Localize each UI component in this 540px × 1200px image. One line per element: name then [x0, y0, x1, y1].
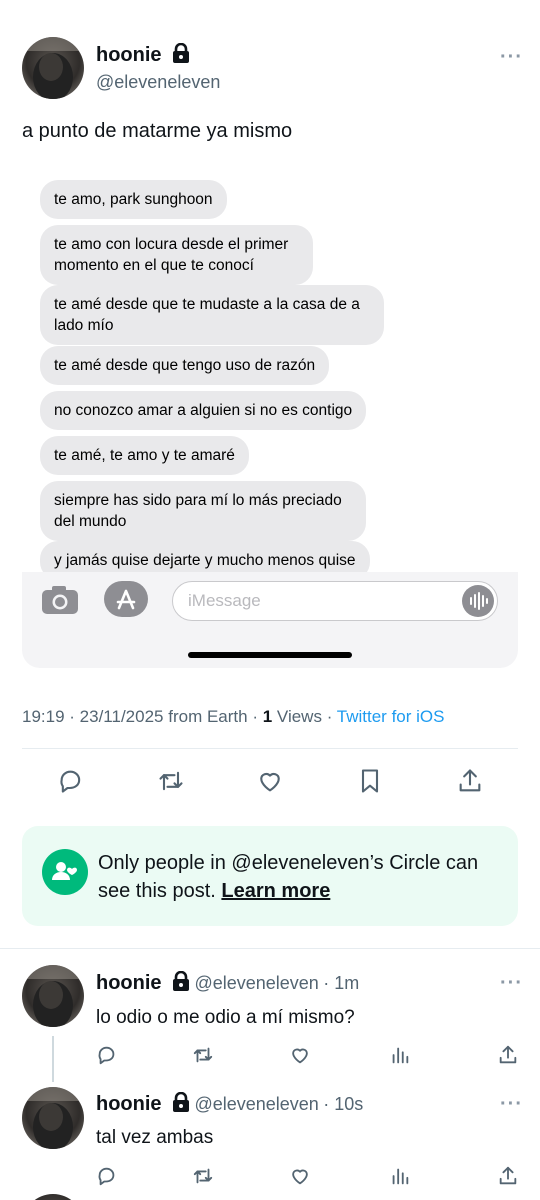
like-icon[interactable] — [289, 1165, 311, 1187]
analytics-icon[interactable] — [389, 1044, 411, 1066]
circle-notice-text: Only people in @eleveneleven’s Circle ca… — [98, 849, 508, 905]
divider — [0, 948, 540, 949]
lock-icon — [172, 970, 190, 996]
reply-time[interactable]: 1m — [334, 973, 359, 993]
message-bubble: no conozco amar a alguien si no es conti… — [40, 391, 367, 430]
imessage-input-bar: iMessage — [22, 572, 518, 668]
lock-icon — [172, 1091, 190, 1117]
reply-avatar[interactable] — [22, 1087, 84, 1149]
reply-icon[interactable] — [96, 1165, 118, 1187]
like-icon[interactable] — [256, 767, 284, 795]
reply-handle[interactable]: @eleveneleven — [194, 973, 318, 993]
bookmark-icon[interactable] — [356, 767, 384, 795]
message-bubble: te amo, park sunghoon — [40, 180, 227, 219]
share-icon[interactable] — [497, 1165, 519, 1187]
circle-people-icon — [42, 849, 88, 895]
source-link[interactable]: Twitter for iOS — [337, 707, 445, 726]
display-name[interactable]: hoonie — [96, 44, 162, 66]
learn-more-link[interactable]: Learn more — [221, 880, 330, 902]
app-store-icon — [104, 581, 148, 617]
reply-icon[interactable] — [96, 1044, 118, 1066]
next-reply-avatar[interactable] — [22, 1194, 84, 1200]
lock-icon — [172, 42, 190, 68]
retweet-icon[interactable] — [192, 1044, 214, 1066]
retweet-icon[interactable] — [157, 767, 185, 795]
reply-text: tal vez ambas — [96, 1127, 214, 1148]
message-bubble: siempre has sido para mí lo más preciado… — [40, 481, 366, 541]
home-indicator — [188, 652, 352, 658]
tweet-date[interactable]: 23/11/2025 — [80, 707, 164, 726]
reply-icon[interactable] — [57, 767, 85, 795]
like-icon[interactable] — [289, 1044, 311, 1066]
author-handle[interactable]: @eleveneleven — [96, 72, 220, 93]
views-label: Views — [276, 707, 322, 726]
circle-notice: Only people in @eleveneleven’s Circle ca… — [22, 826, 518, 926]
share-icon[interactable] — [497, 1044, 519, 1066]
retweet-icon[interactable] — [192, 1165, 214, 1187]
tweet-media-image[interactable]: te amo, park sunghoon te amo con locura … — [22, 168, 518, 668]
message-bubble: te amé desde que te mudaste a la casa de… — [40, 285, 384, 345]
author-avatar[interactable] — [22, 37, 84, 99]
more-options-icon[interactable]: ··· — [500, 1093, 523, 1116]
more-options-icon[interactable]: ··· — [500, 972, 523, 995]
reply-avatar[interactable] — [22, 965, 84, 1027]
tweet-text: a punto de matarme ya mismo — [22, 120, 293, 142]
tweet-time[interactable]: 19:19 — [22, 707, 65, 726]
analytics-icon[interactable] — [389, 1165, 411, 1187]
views-count: 1 — [262, 707, 273, 726]
reply-time[interactable]: 10s — [334, 1094, 363, 1114]
reply-header: hoonie @eleveneleven · 10s — [96, 1091, 364, 1117]
tweet-meta: 19:19 · 23/11/2025 from Earth · 1 Views … — [22, 707, 445, 726]
reply-display-name[interactable]: hoonie — [96, 972, 162, 994]
message-bubble: te amé desde que tengo uso de razón — [40, 346, 330, 385]
audio-waveform-icon — [462, 585, 494, 617]
reply-header: hoonie @eleveneleven · 1m — [96, 970, 360, 996]
imessage-field: iMessage — [172, 581, 498, 621]
thread-line — [52, 1036, 54, 1082]
message-bubble: te amo con locura desde el primer moment… — [40, 225, 313, 285]
more-options-icon[interactable]: ··· — [500, 46, 523, 69]
camera-icon — [40, 584, 80, 616]
reply-display-name[interactable]: hoonie — [96, 1093, 162, 1115]
author-name-row: hoonie — [96, 42, 190, 68]
reply-text: lo odio o me odio a mí mismo? — [96, 1007, 355, 1028]
message-bubble: te amé, te amo y te amaré — [40, 436, 249, 475]
reply-handle[interactable]: @eleveneleven — [194, 1094, 318, 1114]
share-icon[interactable] — [456, 767, 484, 795]
divider — [22, 748, 518, 749]
tweet-location: from Earth — [168, 707, 248, 726]
